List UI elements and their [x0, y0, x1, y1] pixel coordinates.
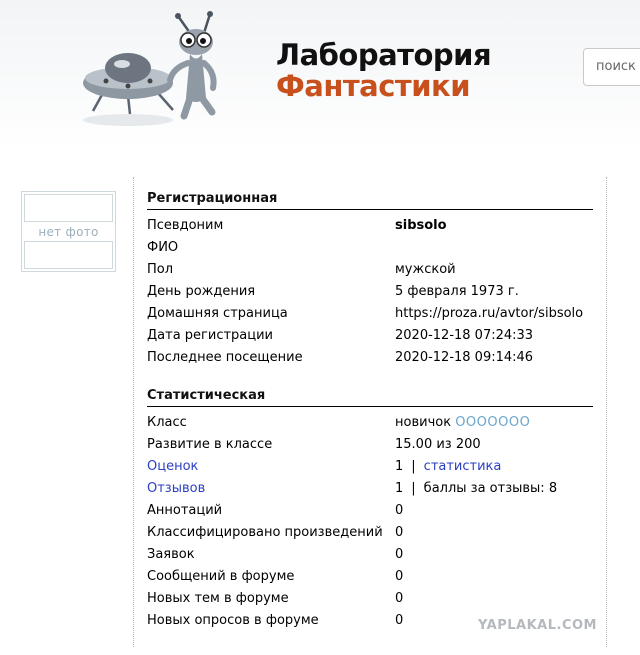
- row-label: Домашняя страница: [147, 306, 288, 321]
- section-title-statistics: Статистическая: [147, 388, 593, 407]
- row-value: sibsolo: [395, 218, 447, 233]
- reviews-points: баллы за отзывы: 8: [423, 481, 558, 496]
- stats-row-reviews: Отзывов 1 | баллы за отзывы: 8: [147, 481, 607, 503]
- row-label: Класс: [147, 415, 187, 430]
- ratings-count: 1: [395, 459, 404, 474]
- row-value: 0: [395, 591, 404, 606]
- avatar-no-photo-label: нет фото: [38, 225, 99, 239]
- row-value: 5 февраля 1973 г.: [395, 284, 519, 299]
- avatar-frame-bottom: [24, 241, 113, 269]
- row-value: 0: [395, 613, 404, 628]
- row-value: 2020-12-18 09:14:46: [395, 350, 534, 365]
- row-label: Заявок: [147, 547, 195, 562]
- profile-row-birthday: День рождения 5 февраля 1973 г.: [147, 284, 607, 306]
- class-value: новичок: [395, 415, 452, 430]
- row-value: 0: [395, 547, 404, 562]
- row-value: 2020-12-18 07:24:33: [395, 328, 534, 343]
- row-label: ФИО: [147, 240, 179, 255]
- stats-row-annotations: Аннотаций 0: [147, 503, 607, 525]
- profile-row-fullname: ФИО: [147, 240, 607, 262]
- profile-row-registration-date: Дата регистрации 2020-12-18 07:24:33: [147, 328, 607, 350]
- profile-row-homepage: Домашняя страница https://proza.ru/avtor…: [147, 306, 607, 328]
- row-label: День рождения: [147, 284, 256, 299]
- row-value: 15.00 из 200: [395, 437, 481, 452]
- watermark: YAPLAKAL.COM: [478, 618, 597, 633]
- row-value: 0: [395, 525, 404, 540]
- row-value: 1 | статистика: [395, 459, 501, 474]
- row-label: Новых опросов в форуме: [147, 613, 319, 628]
- row-value: 0: [395, 569, 404, 584]
- avatar: нет фото: [21, 191, 116, 272]
- row-label: Псевдоним: [147, 218, 224, 233]
- logo-title-line1: Лаборатория: [276, 38, 492, 72]
- separator: |: [411, 459, 416, 474]
- profile-row-last-visit: Последнее посещение 2020-12-18 09:14:46: [147, 350, 607, 372]
- stats-row-requests: Заявок 0: [147, 547, 607, 569]
- row-label: Новых тем в форуме: [147, 591, 289, 606]
- stats-row-forum-messages: Сообщений в форуме 0: [147, 569, 607, 591]
- search-placeholder: поиск: [596, 59, 636, 74]
- site-logo-title[interactable]: Лаборатория Фантастики: [276, 38, 492, 103]
- class-progress-dots: OOOOOOO: [455, 415, 531, 430]
- stats-row-class: Класс новичок OOOOOOO: [147, 415, 607, 437]
- ratings-link[interactable]: Оценок: [147, 459, 198, 474]
- stats-row-ratings: Оценок 1 | статистика: [147, 459, 607, 481]
- reviews-count: 1: [395, 481, 404, 496]
- avatar-frame-top: [24, 194, 113, 222]
- profile-row-gender: Пол мужской: [147, 262, 607, 284]
- row-label: Развитие в классе: [147, 437, 273, 452]
- separator: |: [411, 481, 416, 496]
- row-value: мужской: [395, 262, 456, 277]
- alien-ufo-logo-icon[interactable]: [78, 8, 228, 133]
- stats-row-development: Развитие в классе 15.00 из 200: [147, 437, 607, 459]
- stats-row-classified: Классифицировано произведений 0: [147, 525, 607, 547]
- profile-row-nickname: Псевдоним sibsolo: [147, 218, 607, 240]
- row-label: Классифицировано произведений: [147, 525, 383, 540]
- search-input[interactable]: поиск: [583, 48, 640, 86]
- row-label: Пол: [147, 262, 174, 277]
- row-label: Последнее посещение: [147, 350, 303, 365]
- section-title-registration: Регистрационная: [147, 191, 593, 210]
- row-value: 0: [395, 503, 404, 518]
- site-header: Лаборатория Фантастики поиск: [0, 0, 640, 150]
- row-label: Дата регистрации: [147, 328, 274, 343]
- logo-title-line2: Фантастики: [276, 69, 471, 103]
- row-value: новичок OOOOOOO: [395, 415, 530, 430]
- statistics-link[interactable]: статистика: [424, 459, 502, 474]
- stats-row-forum-topics: Новых тем в форуме 0: [147, 591, 607, 613]
- row-value: 1 | баллы за отзывы: 8: [395, 481, 557, 496]
- homepage-url[interactable]: https://proza.ru/avtor/sibsolo: [395, 306, 583, 321]
- row-label: Сообщений в форуме: [147, 569, 295, 584]
- reviews-link[interactable]: Отзывов: [147, 481, 205, 496]
- row-label: Аннотаций: [147, 503, 223, 518]
